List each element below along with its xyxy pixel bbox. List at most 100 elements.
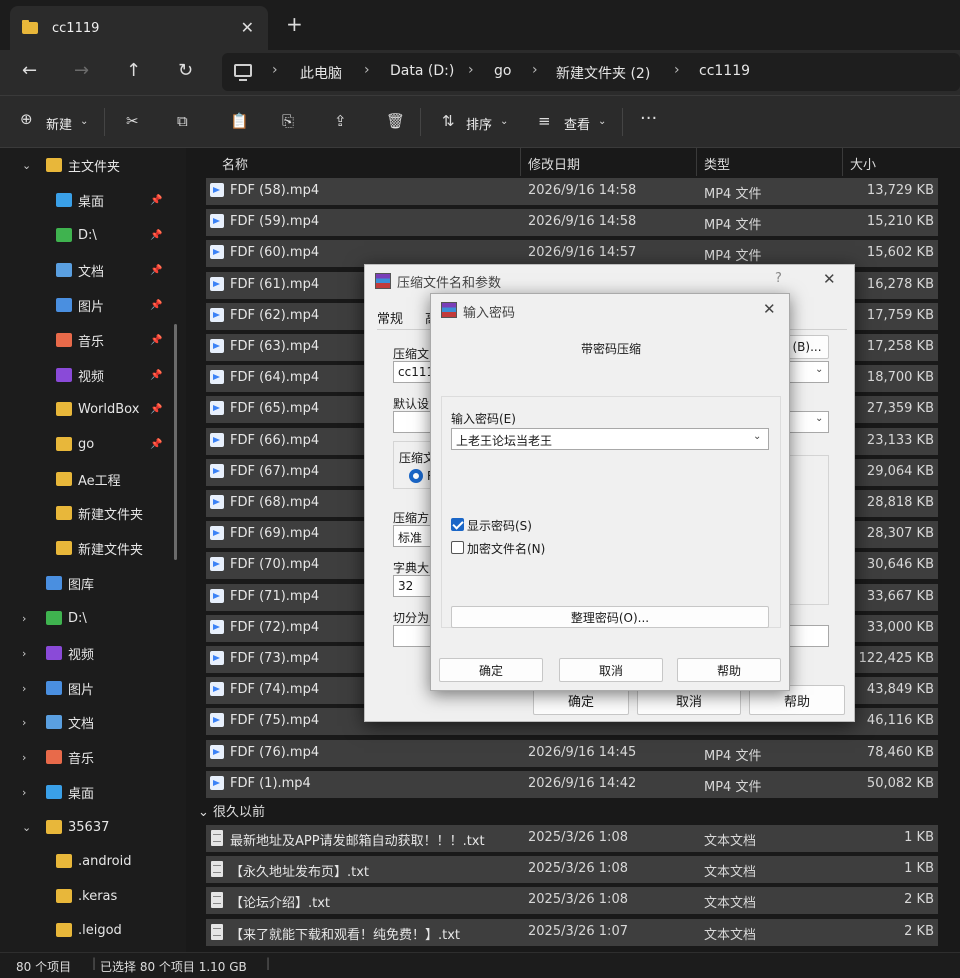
table-row[interactable]: FDF (59).mp4 2026/9/16 14:58 MP4 文件 15,210 …	[206, 209, 938, 237]
column-header-size[interactable]: 大小	[850, 154, 876, 173]
sidebar-item[interactable]: 图库	[0, 568, 186, 598]
pin-icon[interactable]: 📌	[150, 230, 162, 241]
copy-icon[interactable]: ⧉	[177, 112, 188, 130]
sort-button[interactable]: 排序	[466, 114, 492, 133]
table-row[interactable]: FDF (76).mp4 2026/9/16 14:45 MP4 文件 78,460 …	[206, 739, 938, 767]
rename-icon[interactable]: ⎘	[282, 112, 294, 130]
encrypt-names-checkbox[interactable]	[451, 541, 464, 554]
table-row[interactable]: 最新地址及APP请发邮箱自动获取！！！.txt 2025/3/26 1:08 文本文…	[206, 825, 938, 852]
password-field-outer[interactable]	[785, 625, 829, 647]
sidebar-item[interactable]: .android	[0, 846, 186, 876]
organize-passwords-button[interactable]: 整理密码(O)...	[451, 606, 769, 628]
file-name: 最新地址及APP请发邮箱自动获取！！！.txt	[230, 834, 485, 849]
back-button[interactable]: ←	[22, 60, 37, 81]
chevron-right-icon[interactable]: ›	[22, 751, 26, 764]
breadcrumb-this-pc[interactable]: 此电脑	[300, 63, 342, 83]
sidebar-item[interactable]: 图片 📌	[0, 290, 186, 320]
sidebar-item[interactable]: › 桌面	[0, 777, 186, 807]
file-name: FDF (74).mp4	[230, 682, 320, 698]
chevron-down-icon[interactable]: ⌄	[22, 159, 31, 172]
pin-icon[interactable]: 📌	[150, 195, 162, 206]
table-row[interactable]: 【论坛介绍】.txt 2025/3/26 1:08 文本文档 2 KB	[206, 887, 938, 915]
sidebar-item[interactable]: 文档 📌	[0, 255, 186, 285]
close-icon[interactable]: ✕	[763, 300, 776, 318]
close-icon[interactable]: ✕	[823, 270, 836, 288]
sidebar-item[interactable]: › D:\	[0, 603, 186, 633]
sidebar-item[interactable]: 音乐 📌	[0, 325, 186, 355]
refresh-button[interactable]: ↻	[178, 60, 193, 81]
sidebar-item[interactable]: › 文档	[0, 707, 186, 737]
sidebar-item[interactable]: 新建文件夹	[0, 498, 186, 528]
password-input[interactable]: 上老王论坛当老王	[451, 428, 769, 450]
table-row[interactable]: 【来了就能下载和观看！纯免费！】.txt 2025/3/26 1:07 文本文档 2 …	[206, 918, 938, 946]
tab-general[interactable]: 常规	[377, 308, 403, 327]
sidebar-item[interactable]: 视频 📌	[0, 360, 186, 390]
more-options-icon[interactable]: ···	[640, 108, 657, 129]
chevron-down-icon[interactable]: ⌄	[22, 821, 31, 834]
method-select[interactable]: 标准	[393, 525, 433, 547]
profile-button[interactable]	[393, 411, 433, 433]
column-header-type[interactable]: 类型	[704, 154, 730, 173]
sidebar-item[interactable]: WorldBox 📌	[0, 394, 186, 424]
group-header[interactable]: ⌄ 很久以前	[198, 801, 265, 820]
pin-icon[interactable]: 📌	[150, 265, 162, 276]
up-button[interactable]: ↑	[126, 60, 141, 81]
table-row[interactable]: FDF (58).mp4 2026/9/16 14:58 MP4 文件 13,729 …	[206, 178, 938, 205]
sidebar-item[interactable]: › 音乐	[0, 742, 186, 772]
address-bar[interactable]: › 此电脑 › Data (D:) › go › 新建文件夹 (2) › cc1…	[222, 53, 960, 91]
close-tab-icon[interactable]: ✕	[241, 18, 254, 37]
table-row[interactable]: FDF (1).mp4 2026/9/16 14:42 MP4 文件 50,082 K…	[206, 770, 938, 798]
column-header-name[interactable]: 名称	[222, 154, 248, 173]
sidebar-item[interactable]: D:\ 📌	[0, 220, 186, 250]
show-password-checkbox[interactable]	[451, 518, 464, 531]
tab-cc1119[interactable]: cc1119 ✕	[10, 6, 268, 50]
new-button[interactable]: 新建	[46, 114, 72, 133]
sidebar-item[interactable]: › 图片	[0, 673, 186, 703]
help-button[interactable]: 帮助	[677, 658, 781, 682]
sidebar-item[interactable]: › 视频	[0, 638, 186, 668]
sidebar-item[interactable]: ⌄ 主文件夹	[0, 150, 186, 180]
view-button[interactable]: 查看	[564, 114, 590, 133]
chevron-right-icon[interactable]: ›	[22, 682, 26, 695]
cut-icon[interactable]: ✂	[126, 112, 139, 130]
browse-button[interactable]: (B)...	[785, 335, 829, 359]
cancel-button[interactable]: 取消	[559, 658, 663, 682]
delete-icon[interactable]: 🗑	[386, 112, 405, 130]
pin-icon[interactable]: 📌	[150, 300, 162, 311]
file-size: 50,082 KB	[866, 775, 934, 791]
selection-info: 已选择 80 个项目 1.10 GB	[100, 960, 247, 974]
share-icon[interactable]: ⇪	[334, 112, 347, 130]
pin-icon[interactable]: 📌	[150, 370, 162, 381]
pin-icon[interactable]: 📌	[150, 439, 162, 450]
video-file-icon	[210, 682, 224, 697]
help-icon[interactable]: ?	[775, 271, 782, 286]
nav-scrollbar[interactable]	[174, 324, 177, 560]
split-field[interactable]	[393, 625, 433, 647]
pin-icon[interactable]: 📌	[150, 335, 162, 346]
sidebar-item[interactable]: .keras	[0, 881, 186, 911]
chevron-right-icon[interactable]: ›	[22, 716, 26, 729]
sidebar-item[interactable]: go 📌	[0, 429, 186, 459]
pin-icon[interactable]: 📌	[150, 404, 162, 415]
breadcrumb-new-folder-2[interactable]: 新建文件夹 (2)	[556, 63, 650, 83]
radio-rar[interactable]	[409, 469, 423, 483]
sidebar-item[interactable]: 桌面 📌	[0, 185, 186, 215]
chevron-right-icon[interactable]: ›	[22, 612, 26, 625]
sidebar-item[interactable]: .leigod	[0, 915, 186, 945]
sidebar-item[interactable]: 新建文件夹	[0, 533, 186, 563]
forward-button[interactable]: →	[74, 60, 89, 81]
sidebar-item[interactable]: ⌄ 35637	[0, 812, 186, 842]
sidebar-item[interactable]: Ae工程	[0, 464, 186, 494]
ok-button[interactable]: 确定	[439, 658, 543, 682]
breadcrumb-data-drive[interactable]: Data (D:)	[390, 63, 454, 79]
paste-icon[interactable]: 📋	[230, 112, 249, 130]
breadcrumb-go[interactable]: go	[494, 63, 511, 79]
chevron-right-icon[interactable]: ›	[22, 786, 26, 799]
column-header-date[interactable]: 修改日期	[528, 154, 580, 173]
chevron-right-icon[interactable]: ›	[22, 647, 26, 660]
file-date: 2025/3/26 1:08	[528, 830, 628, 845]
breadcrumb-cc1119[interactable]: cc1119	[699, 63, 750, 79]
table-row[interactable]: 【永久地址发布页】.txt 2025/3/26 1:08 文本文档 1 KB	[206, 856, 938, 884]
dictionary-select[interactable]: 32	[393, 575, 433, 597]
new-tab-button[interactable]: +	[286, 12, 303, 36]
